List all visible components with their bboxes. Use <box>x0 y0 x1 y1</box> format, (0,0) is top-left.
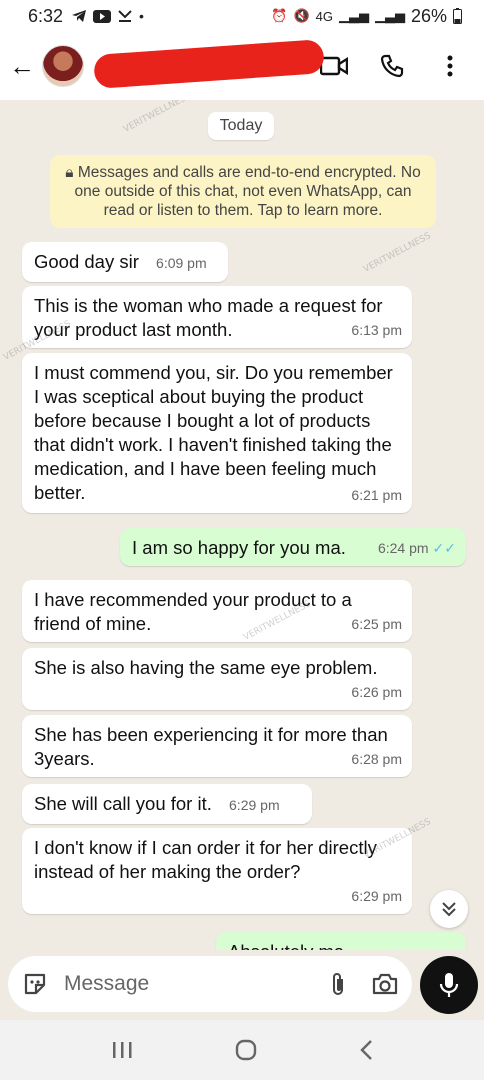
scroll-to-bottom-button[interactable] <box>430 890 468 928</box>
contact-name-redacted[interactable] <box>93 39 325 89</box>
back-arrow-icon[interactable]: ← <box>2 51 42 82</box>
back-nav-icon[interactable] <box>359 1039 373 1061</box>
message-incoming[interactable]: She will call you for it. 6:29 pm <box>22 784 312 824</box>
voice-call-icon[interactable] <box>378 52 406 80</box>
sticker-icon[interactable] <box>22 971 48 997</box>
status-time: 6:32 <box>28 5 64 26</box>
message-input-bar[interactable]: Message <box>8 956 412 1012</box>
network-type: 4G <box>315 8 333 24</box>
microphone-icon <box>439 973 459 997</box>
message-incoming[interactable]: She is also having the same eye problem.… <box>22 648 412 710</box>
message-time: 6:09 pm <box>156 255 207 271</box>
message-incoming[interactable]: She has been experiencing it for more th… <box>22 715 412 777</box>
message-time: 6:13 pm <box>351 322 402 338</box>
message-text: Good day sir <box>34 251 139 272</box>
redaction-scribble <box>93 39 325 89</box>
message-text: She is also having the same eye problem. <box>34 657 378 678</box>
message-time: 6:25 pm <box>351 616 402 632</box>
signal-icon-2: ▁▃▅ <box>374 8 405 23</box>
message-time: 6:26 pm <box>351 684 402 700</box>
message-time: 6:29 pm <box>351 888 402 904</box>
recent-apps-icon[interactable] <box>111 1040 133 1060</box>
video-call-icon[interactable] <box>320 52 348 80</box>
message-time: 6:28 pm <box>351 751 402 767</box>
watermark-text: VERITWELLNESS <box>362 231 433 275</box>
message-text: I am so happy for you ma. <box>132 537 346 558</box>
message-outgoing[interactable]: I am so happy for you ma. 6:24 pm ✓✓ <box>120 528 466 566</box>
signal-icon: ▁▃▅ <box>338 8 369 23</box>
battery-icon <box>453 8 462 24</box>
message-outgoing[interactable]: Absolutely ma <box>216 932 466 950</box>
message-text: She has been experiencing it for more th… <box>34 724 388 769</box>
message-text: I don't know if I can order it for her d… <box>34 837 377 882</box>
read-receipt-icon: ✓✓ <box>432 540 456 556</box>
message-incoming[interactable]: I don't know if I can order it for her d… <box>22 828 412 914</box>
encryption-notice-text: Messages and calls are end-to-end encryp… <box>74 164 421 219</box>
notification-dot-icon: • <box>139 8 144 24</box>
chat-area[interactable]: Today 🔒︎ Messages and calls are end-to-e… <box>0 100 484 950</box>
missed-call-icon <box>118 10 132 22</box>
message-text: I must commend you, sir. Do you remember… <box>34 362 393 503</box>
message-incoming[interactable]: I must commend you, sir. Do you remember… <box>22 353 412 513</box>
system-nav-bar <box>0 1020 484 1080</box>
chat-header: ← <box>0 32 484 100</box>
message-incoming[interactable]: This is the woman who made a request for… <box>22 286 412 348</box>
contact-avatar[interactable] <box>42 45 84 87</box>
message-text: She will call you for it. <box>34 793 212 814</box>
telegram-icon <box>72 10 87 22</box>
double-chevron-down-icon <box>442 902 456 917</box>
lock-icon: 🔒︎ <box>65 164 78 181</box>
youtube-icon <box>93 9 112 23</box>
message-time: 6:21 pm <box>351 487 402 503</box>
encryption-notice[interactable]: 🔒︎ Messages and calls are end-to-end enc… <box>50 155 436 228</box>
status-bar: 6:32 • ⏰ 🔇 4G ▁▃▅ ▁▃▅ 26% <box>0 0 484 32</box>
message-text: Absolutely ma <box>228 941 344 950</box>
message-input[interactable]: Message <box>64 972 149 996</box>
message-incoming[interactable]: Good day sir 6:09 pm <box>22 242 228 282</box>
message-incoming[interactable]: I have recommended your product to a fri… <box>22 580 412 642</box>
camera-icon[interactable] <box>372 973 398 995</box>
home-icon[interactable] <box>235 1039 257 1061</box>
date-separator: Today <box>208 112 274 140</box>
alarm-icon: ⏰ <box>271 8 288 23</box>
message-text: This is the woman who made a request for… <box>34 295 383 340</box>
watermark-text: VERITWELLNESS <box>122 100 193 135</box>
mute-icon: 🔇 <box>293 8 310 23</box>
message-time: 6:29 pm <box>229 797 280 813</box>
attach-icon[interactable] <box>330 971 346 997</box>
more-options-icon[interactable] <box>436 52 464 80</box>
message-time: 6:24 pm <box>377 540 429 556</box>
battery-percentage: 26% <box>410 5 447 26</box>
voice-message-button[interactable] <box>420 956 478 1014</box>
